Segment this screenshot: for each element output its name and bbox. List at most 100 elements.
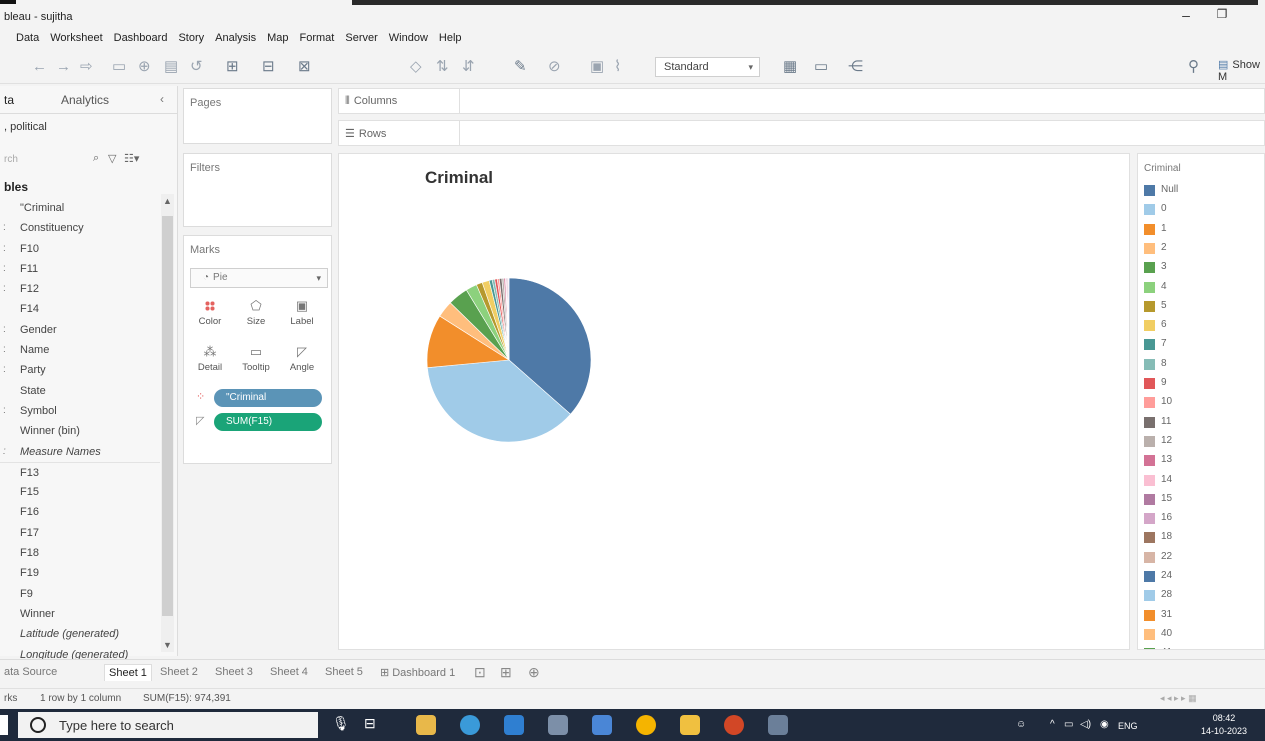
forward-icon[interactable]: → [56,58,71,76]
microphone-icon[interactable]: 🎙 [332,715,350,732]
sheet-nav-icon[interactable]: ◂ ◂ ▸ ▸ ▦ [1160,693,1197,704]
field-item[interactable]: F13 [0,461,160,482]
color-button[interactable]: Color [190,296,230,336]
menu-item-window[interactable]: Window [389,28,428,48]
menu-item-analysis[interactable]: Analysis [215,28,256,48]
pie-chart[interactable] [339,154,1129,649]
restore-icon[interactable]: ❐ [1208,7,1236,21]
sort-asc-icon[interactable]: ⇅ [436,58,449,76]
menu-item-server[interactable]: Server [345,28,377,48]
field-item[interactable]: "Criminal [0,198,160,218]
group-icon[interactable]: ⊘ [548,58,561,76]
show-me-button[interactable]: ▤ Show M [1218,58,1265,83]
taskbar-search-input[interactable]: Type here to search [59,718,174,733]
clock[interactable]: 08:42 14-10-2023 [1201,712,1247,738]
clear-sheet-icon[interactable]: ⊠ [298,58,311,76]
tab-sheet-1[interactable]: Sheet 1 [104,664,152,681]
field-item[interactable]: : Constituency [0,218,160,238]
show-cards-icon[interactable]: ▦ [783,58,797,76]
tray-chevron-icon[interactable]: ^ [1050,719,1055,730]
chevron-up-icon[interactable]: ▲ [163,196,172,206]
pages-card[interactable]: Pages [183,88,332,144]
filters-card[interactable]: Filters [183,153,332,227]
menu-item-data[interactable]: Data [16,28,39,48]
battery-icon[interactable]: ▭ [1064,719,1073,730]
network-icon[interactable]: ◉ [1100,719,1109,730]
worksheet-view[interactable]: Criminal [338,153,1130,650]
new-worksheet-icon[interactable]: ⊡ [474,664,486,681]
tab-sheet-2[interactable]: Sheet 2 [160,666,198,678]
minimize-icon[interactable]: – [1172,7,1200,23]
field-item[interactable]: Latitude (generated) [0,624,160,644]
label-icon[interactable]: ▣ [590,58,604,76]
task-view-icon[interactable]: ⊟ [364,715,376,732]
chevron-down-icon[interactable]: ▼ [163,640,172,650]
start-button[interactable] [0,715,8,735]
field-search-input[interactable]: rch [4,154,18,165]
view-options-icon[interactable]: ☷▾ [124,152,139,165]
highlight-icon[interactable]: ◇ [410,58,422,76]
field-item[interactable]: F9 [0,584,160,604]
field-item[interactable]: Winner (bin) [0,421,160,441]
photos-app-icon[interactable] [548,715,568,735]
tab-sheet-4[interactable]: Sheet 4 [270,666,308,678]
field-item[interactable]: State [0,381,160,401]
share-icon[interactable]: ⋲ [848,58,863,76]
taskbar-search[interactable]: Type here to search [18,712,318,738]
swap-icon[interactable]: ⊞ [226,58,239,76]
menu-item-map[interactable]: Map [267,28,288,48]
tab-analytics[interactable]: Analytics [61,93,109,107]
field-list-scrollbar[interactable]: ▲ ▼ [161,194,174,652]
tab-sheet-3[interactable]: Sheet 3 [215,666,253,678]
language-indicator[interactable]: ENG [1118,721,1138,731]
presentation-icon[interactable]: ▭ [814,58,828,76]
pin-icon[interactable]: ⌇ [614,58,621,76]
store-app-icon[interactable] [416,715,436,735]
tab-dashboard-1[interactable]: ⊞ Dashboard 1 [380,666,455,679]
pen-icon[interactable]: ✎ [514,58,527,76]
new-dashboard-icon[interactable]: ⊞ [500,664,512,681]
filter-icon[interactable]: ▽ [108,152,116,165]
angle-button[interactable]: ◸ Angle [282,342,322,382]
field-item[interactable]: F16 [0,502,160,522]
app-icon[interactable] [592,715,612,735]
fit-select[interactable]: Standard ▾ [655,57,760,77]
menu-item-story[interactable]: Story [178,28,204,48]
data-source-name[interactable]: , political [4,121,47,133]
rows-shelf[interactable]: ☰ Rows [338,120,1265,146]
undo-icon[interactable]: ↺ [190,58,203,76]
back-icon[interactable]: ← [32,58,47,76]
field-item[interactable]: : F10 [0,239,160,259]
field-item[interactable]: : Symbol [0,401,160,421]
field-item[interactable]: Winner [0,604,160,624]
field-item[interactable]: F19 [0,563,160,583]
search-icon[interactable]: ⌕ [93,152,99,165]
new-datasource-icon[interactable]: ⊕ [138,58,151,76]
collapse-pane-button[interactable]: ‹ [160,92,164,106]
data-source-tab[interactable]: ata Source [4,666,57,678]
mail-app-icon[interactable] [504,715,524,735]
detail-button[interactable]: ⁂ Detail [190,342,230,382]
field-item[interactable]: : Party [0,360,160,380]
tab-sheet-5[interactable]: Sheet 5 [325,666,363,678]
pin-toolbar-icon[interactable]: ⚲ [1188,58,1199,76]
sum-f15-angle-pill[interactable]: SUM(F15) [214,413,322,431]
label-button[interactable]: ▣ Label [282,296,322,336]
menu-item-help[interactable]: Help [439,28,462,48]
field-item[interactable]: F18 [0,543,160,563]
sort-icon[interactable]: ⊟ [262,58,275,76]
menu-item-worksheet[interactable]: Worksheet [50,28,102,48]
menu-item-dashboard[interactable]: Dashboard [114,28,168,48]
save-icon[interactable]: ▭ [112,58,126,76]
mark-type-select[interactable]: ◔ Pie ▾ [190,268,328,288]
field-item[interactable]: F17 [0,523,160,543]
tableau-app-icon[interactable] [768,715,788,735]
people-icon[interactable]: ☺ [1016,719,1026,730]
data-source-icon[interactable]: ⇨ [80,58,93,76]
menu-item-format[interactable]: Format [300,28,335,48]
field-item[interactable]: : F11 [0,259,160,279]
scrollbar-thumb[interactable] [162,216,173,616]
sort-desc-icon[interactable]: ⇵ [462,58,475,76]
file-explorer-icon[interactable] [680,715,700,735]
field-item[interactable]: : F12 [0,279,160,299]
